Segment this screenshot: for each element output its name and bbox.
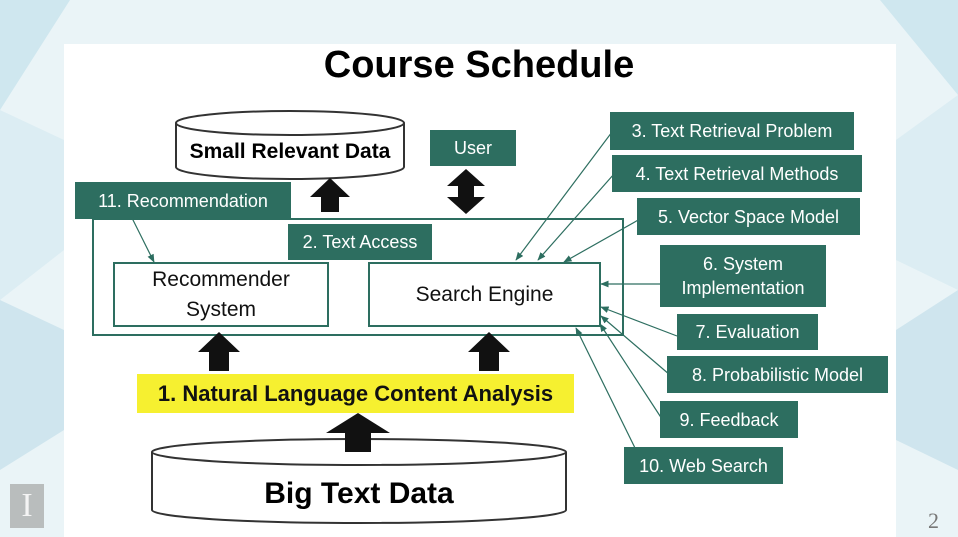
page-number: 2 [928,508,939,533]
topic-box-t5: 5. Vector Space Model [637,198,860,235]
topic-box-t10: 10. Web Search [624,447,783,484]
connector-t9 [599,323,663,420]
up-arrow-to-recommender [198,332,240,371]
recommendation-box: 11. Recommendation [75,182,291,219]
nlp-analysis-box: 1. Natural Language Content Analysis [137,374,574,413]
up-arrow-to-small-data [310,178,350,212]
connector-t3 [515,131,613,261]
connector-t4 [537,173,615,261]
up-arrow-to-search [468,332,510,371]
topic-box-t7: 7. Evaluation [677,314,818,350]
connector-t8 [600,315,671,376]
connector-t10 [575,327,637,451]
text-access-box: 2. Text Access [288,224,432,260]
small-data-label: Small Relevant Data [189,140,391,163]
topic-box-t9: 9. Feedback [660,401,798,438]
topic-box-t3: 3. Text Retrieval Problem [610,112,854,150]
big-data-label: Big Text Data [264,477,454,510]
connector-t5 [563,218,641,263]
search-engine-box: Search Engine [368,262,601,327]
recommender-system-box: Recommender System [113,262,329,327]
connector-t7 [600,306,678,337]
user-double-arrow [447,169,485,214]
university-logo: I [10,484,44,528]
user-box: User [430,130,516,166]
topic-box-t8: 8. Probabilistic Model [667,356,888,393]
topic-box-t4: 4. Text Retrieval Methods [612,155,862,192]
topic-box-t6: 6. System Implementation [660,245,826,307]
connector-recommendation [131,217,155,263]
